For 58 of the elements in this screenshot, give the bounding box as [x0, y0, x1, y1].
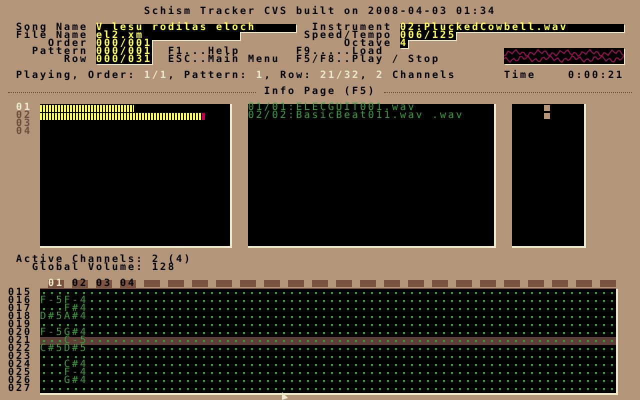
help-hint: F1...Help	[168, 48, 240, 56]
text-field[interactable]: el2.xm	[96, 32, 240, 40]
text-field[interactable]: 000/001	[96, 48, 152, 56]
text-field[interactable]: 4	[400, 40, 408, 48]
text-field[interactable]: 000/031	[96, 56, 152, 64]
window-title: Schism Tracker CVS built on 2008-04-03 01:34	[144, 8, 496, 16]
field-label: Row	[64, 56, 89, 64]
time-label: Time	[504, 72, 538, 80]
row-number: 027	[8, 385, 34, 393]
row-number: 018	[8, 313, 34, 321]
help-hint: F5/F8..Play / Stop	[296, 56, 440, 64]
row-number: 026	[8, 377, 34, 385]
row-number: 024	[8, 361, 34, 369]
time-value: 0:00:21	[568, 72, 624, 80]
text-field[interactable]: 000/001	[96, 40, 152, 48]
row-number: 020	[8, 329, 34, 337]
row-number: 025	[8, 369, 34, 377]
note-cell[interactable]: F-5	[40, 297, 64, 305]
note-cell[interactable]: D#5	[40, 313, 64, 321]
field-label: File Name	[14, 32, 89, 40]
row-number: 021	[8, 337, 34, 345]
note-cell[interactable]: F-4	[64, 297, 88, 305]
channel-tab[interactable]: 03	[96, 280, 112, 288]
note-cell[interactable]: G#4	[64, 377, 88, 385]
field-label: Speed/Tempo	[302, 32, 393, 40]
note-cell[interactable]: C#4	[64, 361, 88, 369]
channel-tab[interactable]: 04	[120, 280, 136, 288]
row-number: 017	[8, 305, 34, 313]
note-cell[interactable]: G#4	[64, 329, 88, 337]
row-number: 022	[8, 345, 34, 353]
row-number: 023	[8, 353, 34, 361]
help-hint: ESC..Main Menu	[168, 56, 280, 64]
note-cell[interactable]: F-5	[40, 329, 64, 337]
global-volume-text: Global Volume: 128	[32, 264, 176, 272]
row-number: 019	[8, 321, 34, 329]
note-cell[interactable]: F-4	[64, 369, 88, 377]
active-channels-text: Active Channels: 2 (4)	[16, 256, 192, 264]
field-label: Song Name	[14, 24, 89, 32]
help-hint: F9.....Load	[296, 48, 384, 56]
field-label: Instrument	[312, 24, 393, 32]
text-field[interactable]: 02:PluckedCowbell.wav	[400, 24, 624, 32]
section-title: Info Page (F5)	[264, 88, 376, 96]
row-number: 015	[8, 289, 34, 297]
playback-status: Playing, Order: 1/1, Pattern: 1, Row: 21/32, 2 Channels	[16, 72, 458, 80]
note-cell[interactable]: A#4	[64, 313, 88, 321]
note-cell[interactable]: C#5	[40, 345, 64, 353]
note-cell[interactable]: F#4	[64, 305, 88, 313]
row-number: 016	[8, 297, 34, 305]
field-label: Octave	[344, 40, 393, 48]
text-field[interactable]: 006/125	[400, 32, 456, 40]
field-label: Order	[48, 40, 89, 48]
channel-tab[interactable]: 02	[72, 280, 88, 288]
field-label: Pattern	[30, 48, 89, 56]
sample-entry[interactable]: 02/02:BasicBeat011.wav .wav	[248, 112, 494, 120]
sample-entry[interactable]: 01/01:ELECGUIT001.wav	[248, 104, 494, 112]
mouse-pointer-icon	[282, 392, 288, 400]
note-cell[interactable]: D#5	[64, 345, 88, 353]
channel-tab[interactable]: 01	[48, 280, 64, 288]
